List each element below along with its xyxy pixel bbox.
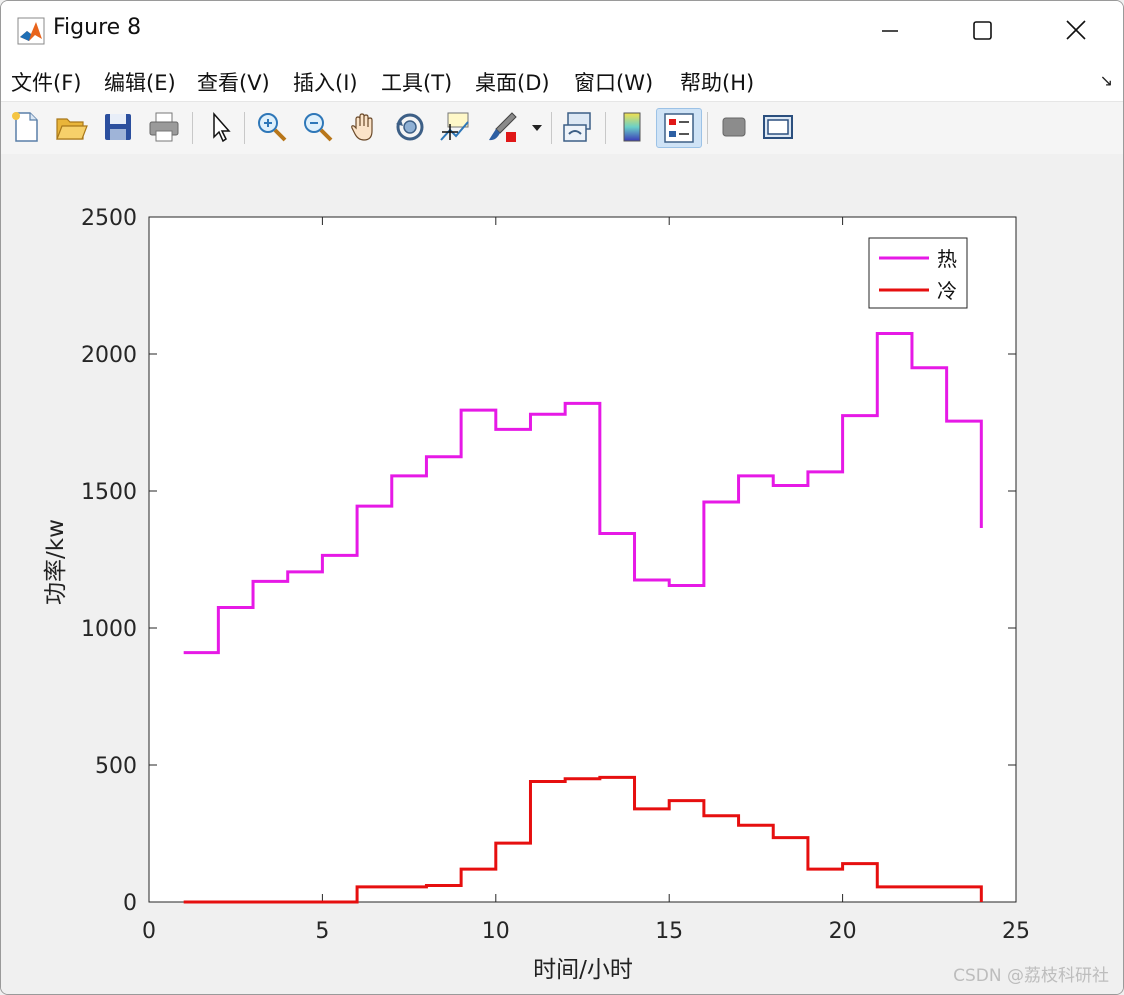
- toolbar-separator: [551, 112, 552, 144]
- y-tick-label: 2000: [81, 343, 137, 368]
- watermark-text: CSDN @荔枝科研社: [953, 966, 1109, 986]
- save-icon[interactable]: [101, 110, 135, 144]
- menu-window[interactable]: 窗口(W): [574, 67, 653, 97]
- zoom-in-icon[interactable]: [255, 110, 289, 144]
- chart-svg: 0 5 10 15 20 25 0 500 1000 1500 2000 2500 热冷 功率/kw 时…: [43, 206, 1030, 983]
- pan-hand-icon[interactable]: [347, 110, 381, 144]
- figure-toolbar: [1, 101, 1123, 155]
- y-tick-label: 1000: [81, 617, 137, 642]
- y-tick-label: 1500: [81, 480, 137, 505]
- select-pointer-icon[interactable]: [204, 110, 238, 144]
- menu-tools[interactable]: 工具(T): [381, 67, 452, 97]
- menu-file[interactable]: 文件(F): [11, 67, 81, 97]
- menu-desktop[interactable]: 桌面(D): [475, 67, 550, 97]
- maximize-button[interactable]: [959, 9, 1005, 53]
- print-icon[interactable]: [147, 110, 181, 144]
- brush-icon[interactable]: [486, 110, 520, 144]
- rotate-3d-icon[interactable]: [393, 110, 427, 144]
- menu-edit[interactable]: 编辑(E): [104, 67, 176, 97]
- matlab-logo-icon: [17, 17, 45, 45]
- toolbar-separator: [244, 112, 245, 144]
- legend-icon[interactable]: [656, 108, 702, 148]
- close-button[interactable]: [1053, 9, 1099, 53]
- x-tick-label: 25: [1002, 919, 1030, 944]
- show-plot-tools-icon[interactable]: [761, 110, 795, 144]
- x-tick-label: 20: [829, 919, 857, 944]
- y-tick-label: 500: [95, 754, 137, 779]
- window-title: Figure 8: [53, 15, 142, 40]
- minimize-button[interactable]: [867, 9, 913, 53]
- colorbar-icon[interactable]: [615, 110, 649, 144]
- hide-plot-tools-icon[interactable]: [717, 110, 751, 144]
- x-tick-label: 5: [315, 919, 329, 944]
- menu-view[interactable]: 查看(V): [197, 67, 270, 97]
- x-tick-label: 10: [482, 919, 510, 944]
- brush-dropdown-icon[interactable]: [529, 110, 545, 144]
- title-bar: Figure 8: [1, 1, 1123, 59]
- menu-bar: 文件(F) 编辑(E) 查看(V) 插入(I) 工具(T) 桌面(D) 窗口(W…: [1, 59, 1123, 101]
- y-tick-label: 2500: [81, 206, 137, 231]
- x-axis-label: 时间/小时: [533, 957, 633, 983]
- figure-canvas: 0 5 10 15 20 25 0 500 1000 1500 2000 2500 热冷 功率/kw 时…: [1, 154, 1123, 994]
- x-tick-label: 0: [142, 919, 156, 944]
- legend-label: 冷: [937, 279, 957, 303]
- y-tick-label: 0: [123, 891, 137, 916]
- legend-label: 热: [937, 247, 957, 271]
- link-plot-icon[interactable]: [561, 110, 595, 144]
- new-figure-icon[interactable]: [9, 110, 43, 144]
- x-tick-label: 15: [655, 919, 683, 944]
- y-axis-label: 功率/kw: [43, 519, 69, 605]
- data-cursor-icon[interactable]: [438, 110, 472, 144]
- toolbar-separator: [192, 112, 193, 144]
- menu-insert[interactable]: 插入(I): [293, 67, 358, 97]
- menu-help[interactable]: 帮助(H): [680, 67, 754, 97]
- open-file-icon[interactable]: [54, 110, 88, 144]
- toolbar-separator: [605, 112, 606, 144]
- toolbar-separator: [707, 112, 708, 144]
- dock-arrow-icon[interactable]: ↘: [1100, 71, 1113, 90]
- figure-window: Figure 8 文件(F) 编辑(E) 查看(V) 插入(I) 工具(T) 桌…: [0, 0, 1124, 995]
- zoom-out-icon[interactable]: [301, 110, 335, 144]
- plot-area: [148, 216, 1017, 903]
